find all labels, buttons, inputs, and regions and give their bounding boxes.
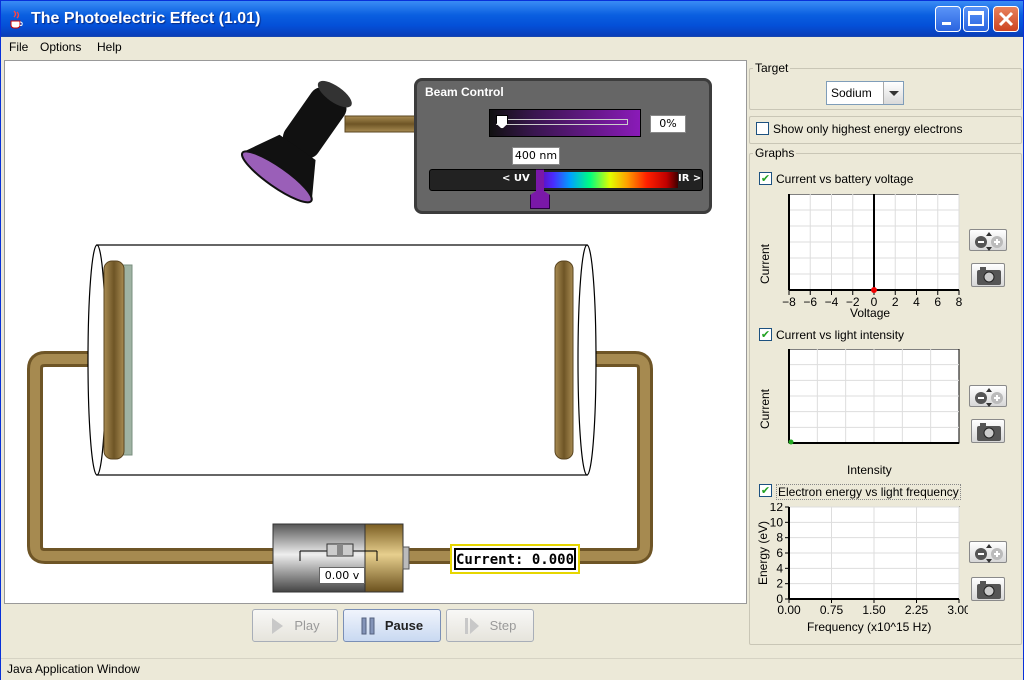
graph2-label: Current vs light intensity — [776, 328, 905, 342]
graph2-xlabel: Intensity — [847, 463, 892, 477]
graph1-checkbox[interactable]: ✔ — [759, 172, 772, 185]
graph3-xlabel: Frequency (x10^15 Hz) — [807, 620, 932, 634]
graph1-ylabel: Current — [759, 243, 772, 284]
graph1-tick-label: 2 — [892, 295, 899, 309]
simulation-canvas: Beam Control 0% 400 nm < UV IR > 0.00 v … — [4, 60, 747, 604]
zoom-icon — [975, 388, 1003, 407]
current-readout-text: Current: 0.000 — [454, 548, 576, 570]
graph1-tick-label: −8 — [782, 295, 796, 309]
graph3-label: Electron energy vs light frequency — [776, 484, 961, 500]
beam-control-title: Beam Control — [425, 85, 504, 99]
target-value: Sodium — [831, 86, 872, 100]
wavelength-value-field[interactable]: 400 nm — [512, 147, 560, 165]
wavelength-spectrum-slider[interactable]: < UV IR > — [429, 169, 703, 209]
pause-icon — [361, 617, 375, 634]
current-vs-intensity-graph: Current — [759, 349, 960, 445]
graph1-tick-label: 6 — [934, 295, 941, 309]
menu-options[interactable]: Options — [40, 40, 81, 54]
energy-vs-frequency-graph: 1210864200.00 0.75 1.50 2.25 3.00Energy (eV) — [756, 503, 968, 617]
maximize-button[interactable] — [963, 6, 989, 32]
status-bar: Java Application Window — [1, 658, 1023, 680]
graph1-tick-label: −4 — [825, 295, 839, 309]
graph3-ytick-label: 10 — [770, 515, 784, 529]
beam-control-panel: Beam Control 0% 400 nm < UV IR > — [414, 78, 712, 214]
graph3-ytick-label: 12 — [770, 503, 784, 514]
pause-label: Pause — [384, 618, 424, 633]
menu-bar: File Options Help — [1, 37, 1023, 59]
graph3-ytick-label: 8 — [776, 531, 783, 545]
graph2-data-point — [788, 439, 794, 445]
graph1-xlabel: Voltage — [850, 306, 891, 320]
play-label: Play — [294, 618, 320, 633]
minimize-icon — [942, 22, 951, 25]
graph1-tick-label: 4 — [913, 295, 920, 309]
graph3-checkbox[interactable]: ✔ — [759, 484, 772, 497]
intensity-slider-thumb[interactable] — [496, 115, 508, 129]
current-readout: Current: 0.000 — [450, 544, 580, 574]
minimize-button[interactable] — [935, 6, 961, 32]
graph3-ytick-label: 2 — [776, 577, 783, 591]
graph1-tick-label: 8 — [956, 295, 963, 309]
graph3-xtick-label: 2.25 — [905, 603, 929, 617]
intensity-slider[interactable] — [489, 109, 641, 137]
target-dropdown[interactable]: Sodium — [826, 81, 904, 105]
lamp — [241, 80, 352, 204]
pause-button[interactable]: Pause — [343, 609, 441, 642]
window-title: The Photoelectric Effect (1.01) — [31, 10, 261, 27]
graph2-ylabel: Current — [759, 388, 772, 429]
graph3-zoom-button[interactable] — [969, 541, 1007, 563]
graph3-ylabel: Energy (eV) — [756, 521, 770, 585]
graph3-xtick-label: 0.75 — [820, 603, 844, 617]
camera-icon — [977, 581, 1001, 599]
control-panel: Target Sodium Show only highest energy e… — [749, 60, 1022, 647]
camera-icon — [977, 423, 1001, 441]
chevron-down-icon — [889, 91, 899, 96]
graph3-ytick-label: 6 — [776, 546, 783, 560]
graph2-checkbox[interactable]: ✔ — [759, 328, 772, 341]
graph1-label: Current vs battery voltage — [776, 172, 914, 186]
java-cup-icon — [10, 10, 23, 29]
menu-file[interactable]: File — [9, 40, 28, 54]
graph3-xtick-label: 0.00 — [777, 603, 801, 617]
battery-voltage-field[interactable]: 0.00 v — [319, 567, 365, 584]
step-label: Step — [489, 618, 517, 633]
graph2-zoom-button[interactable] — [969, 385, 1007, 407]
step-button[interactable]: Step — [446, 609, 534, 642]
app-window: The Photoelectric Effect (1.01) File Opt… — [0, 0, 1024, 680]
close-icon — [998, 11, 1014, 27]
graph1-zoom-button[interactable] — [969, 229, 1007, 251]
intensity-value-field[interactable]: 0% — [650, 115, 686, 133]
dropdown-arrow-button[interactable] — [883, 82, 903, 104]
zoom-icon — [975, 232, 1003, 251]
play-icon — [272, 617, 284, 634]
maximize-icon — [968, 11, 984, 26]
graphs-label: Graphs — [753, 146, 797, 160]
menu-help[interactable]: Help — [97, 40, 122, 54]
graph1-snapshot-button[interactable] — [971, 263, 1005, 287]
graph3-snapshot-button[interactable] — [971, 577, 1005, 601]
graph1-data-point — [871, 287, 877, 293]
graph3-xtick-label: 1.50 — [862, 603, 886, 617]
graph3-ytick-label: 4 — [776, 561, 783, 575]
graph3-xtick-label: 3.00 — [947, 603, 968, 617]
graph2-snapshot-button[interactable] — [971, 419, 1005, 443]
playback-controls: Play Pause Step — [4, 604, 747, 648]
current-vs-voltage-graph: −8 −6 −4 −2 0 2 4 6 8Current — [759, 194, 963, 309]
camera-icon — [977, 267, 1001, 285]
close-button[interactable] — [993, 6, 1019, 32]
uv-label: < UV — [502, 173, 530, 184]
play-button[interactable]: Play — [252, 609, 338, 642]
status-text: Java Application Window — [7, 662, 140, 676]
title-bar[interactable]: The Photoelectric Effect (1.01) — [1, 1, 1023, 37]
target-label: Target — [753, 61, 791, 75]
highest-energy-checkbox[interactable] — [756, 122, 769, 135]
highest-energy-label: Show only highest energy electrons — [773, 122, 963, 136]
graph1-tick-label: −6 — [803, 295, 817, 309]
ir-label: IR > — [678, 173, 702, 184]
zoom-icon — [975, 544, 1003, 563]
step-icon — [464, 617, 479, 634]
